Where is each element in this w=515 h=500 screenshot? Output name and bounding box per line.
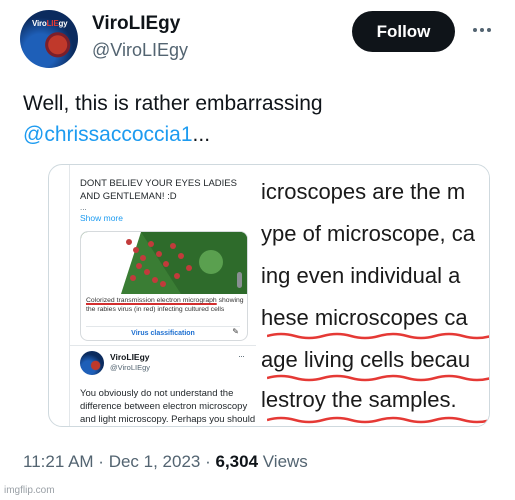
reply-avatar xyxy=(80,351,104,375)
tweet: ViroLIEgy ViroLIEgy @ViroLIEgy Follow We… xyxy=(0,0,515,500)
red-underline xyxy=(267,374,489,382)
imgflip-watermark: imgflip.com xyxy=(4,485,55,496)
red-underline xyxy=(267,332,489,340)
quoted-post-text: DONT BELIEV YOUR EYES LADIES AND GENTLEM… xyxy=(80,178,237,202)
views-count: 6,304 xyxy=(215,452,259,471)
tweet-date[interactable]: Dec 1, 2023 xyxy=(109,452,201,471)
scroll-indicator xyxy=(237,272,242,288)
avatar-logo-text: ViroLIEgy xyxy=(32,19,68,28)
tweet-text: Well, this is rather embarrassing @chris… xyxy=(23,88,493,150)
reply-more-icon: ··· xyxy=(238,351,245,361)
screenshot-left-panel: DONT BELIEV YOUR EYES LADIES AND GENTLEM… xyxy=(69,165,256,426)
tweet-media-image[interactable]: DONT BELIEV YOUR EYES LADIES AND GENTLEM… xyxy=(48,164,490,427)
avatar[interactable]: ViroLIEgy xyxy=(20,10,78,68)
pencil-icon: ✎ xyxy=(232,327,239,336)
virus-classification-label: Virus classification xyxy=(86,326,240,339)
zoomed-text-line: age living cells becau xyxy=(261,347,471,372)
zoomed-text-line: hese microscopes ca xyxy=(261,305,468,330)
tweet-metadata: 11:21 AM · Dec 1, 2023 · 6,304 Views xyxy=(23,452,308,471)
divider xyxy=(70,345,256,346)
mention-link[interactable]: @chrissaccoccia1 xyxy=(23,123,193,146)
quoted-ellipsis: ... xyxy=(80,203,87,212)
more-options-icon[interactable] xyxy=(468,20,496,40)
zoomed-text-line: ing even individual a xyxy=(261,263,461,288)
reply-display-name: ViroLIEgy xyxy=(110,352,150,362)
tweet-text-line: Well, this is rather embarrassing xyxy=(23,92,323,115)
zoomed-text-line: lestroy the samples. xyxy=(261,387,457,412)
micrograph-graphic xyxy=(81,232,247,294)
zoomed-text-panel: icroscopes are the m ype of microscope, … xyxy=(257,165,489,426)
views-label: Views xyxy=(258,452,308,471)
zoomed-text-line: ype of microscope, ca xyxy=(261,221,475,246)
micrograph-image xyxy=(81,232,247,294)
zoomed-text-line: icroscopes are the m xyxy=(261,179,466,204)
reply-handle: @ViroLIEgy xyxy=(110,363,150,372)
red-underline xyxy=(267,416,489,424)
user-handle[interactable]: @ViroLIEgy xyxy=(92,40,188,61)
mention-suffix: ... xyxy=(192,123,211,146)
reply-text: You obviously do not understand the diff… xyxy=(80,388,256,425)
image-caption: Colorized transmission electron microgra… xyxy=(86,297,244,313)
tweet-time[interactable]: 11:21 AM xyxy=(23,452,94,471)
display-name[interactable]: ViroLIEgy xyxy=(92,13,180,35)
show-more-link: Show more xyxy=(80,213,123,223)
micrograph-card: Colorized transmission electron microgra… xyxy=(80,231,248,341)
follow-button[interactable]: Follow xyxy=(352,11,455,52)
